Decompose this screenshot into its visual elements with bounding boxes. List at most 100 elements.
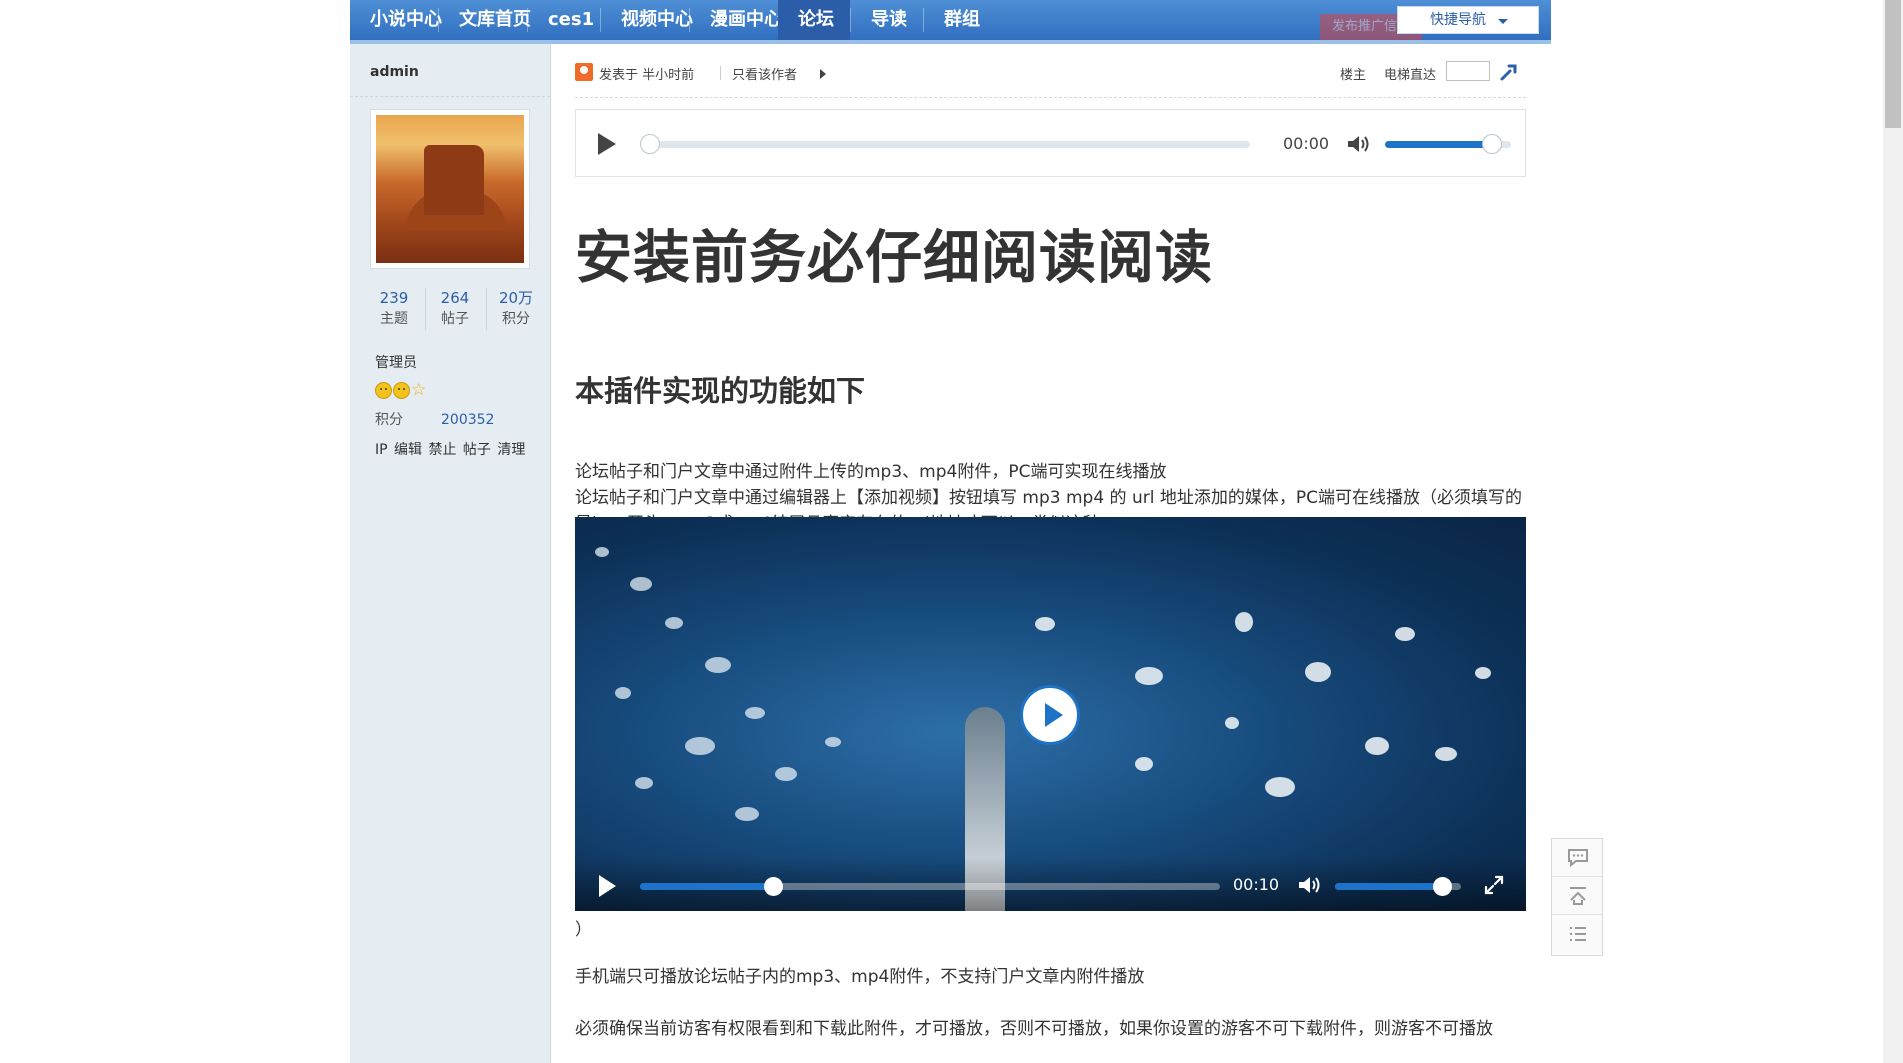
scrollbar-thumb[interactable] (1885, 0, 1901, 128)
video-volume-slider[interactable] (1335, 877, 1461, 896)
splash-spot (775, 767, 797, 781)
bird-shape (1395, 627, 1415, 641)
video-play-overlay-button[interactable] (1020, 685, 1080, 745)
meta-divider (720, 66, 721, 80)
quick-nav-label: 快捷导航 (1430, 12, 1486, 28)
audio-player: 00:00 (575, 109, 1526, 177)
admin-actions[interactable]: IP 编辑 禁止 帖子 清理 (375, 439, 525, 459)
nav-item-novel[interactable]: 小说中心 (350, 0, 442, 40)
credits-label: 积分 (375, 412, 403, 428)
sidebar-divider (350, 96, 550, 97)
online-status-icon (575, 63, 593, 81)
rank-stars: ☆ (375, 380, 426, 402)
triangle-right-icon (820, 69, 826, 79)
bird-shape (1475, 667, 1491, 679)
bird-shape (1305, 662, 1331, 682)
back-to-top-tool[interactable] (1552, 877, 1602, 915)
audio-progress-handle[interactable] (640, 134, 660, 154)
quick-nav-button[interactable]: 快捷导航 (1397, 6, 1539, 34)
floor-label: 楼主 (1340, 68, 1367, 83)
list-icon (1570, 927, 1586, 941)
splash-spot (665, 617, 683, 629)
stat-credits[interactable]: 20万 积分 (487, 288, 545, 330)
stat-posts[interactable]: 264 帖子 (426, 288, 484, 330)
volume-icon[interactable] (1346, 133, 1372, 155)
nav-item-group[interactable]: 群组 (924, 0, 996, 40)
thread-list-tool[interactable] (1552, 915, 1602, 953)
credits-value: 200352 (441, 412, 495, 428)
floating-toolbar (1551, 838, 1603, 956)
bird-shape (1235, 612, 1253, 632)
splash-spot (630, 577, 652, 591)
smiley-rank-icon (375, 382, 392, 399)
author-role[interactable]: 管理员 (375, 352, 417, 372)
author-sidebar: admin 239 主题 264 帖子 20万 积分 管理员 ☆ 积分 2003… (350, 44, 551, 1063)
elevator-label: 电梯直达 (1384, 68, 1437, 83)
star-rank-icon: ☆ (411, 380, 427, 400)
splash-spot (825, 737, 841, 747)
forum-page: 小说中心 文库首页 ces1 视频中心 漫画中心 论坛 导读 群组 发布推广信息… (350, 0, 1551, 1063)
reply-tool[interactable] (1552, 839, 1602, 877)
stat-value: 264 (440, 289, 470, 307)
video-controls: 00:10 (575, 857, 1526, 911)
elevator-go-icon[interactable] (1499, 62, 1519, 82)
nav-item-ces1[interactable]: ces1 (528, 0, 600, 40)
author-avatar[interactable] (370, 109, 530, 269)
video-progress-bar[interactable] (640, 877, 1220, 896)
smiley-rank-icon (393, 382, 410, 399)
video-volume-handle[interactable] (1433, 877, 1453, 896)
paragraph-attachments: 论坛帖子和门户文章中通过附件上传的mp3、mp4附件，PC端可实现在线播放 (575, 462, 1167, 482)
bird-shape (1135, 757, 1153, 771)
post-meta-bar: 发表于 半小时前 只看该作者 楼主 电梯直达 (575, 61, 1526, 84)
video-progress-handle[interactable] (764, 877, 784, 896)
splash-spot (705, 657, 731, 673)
nav-item-library[interactable]: 文库首页 (439, 0, 531, 40)
splash-spot (595, 547, 609, 557)
splash-spot (735, 807, 759, 821)
video-progress-fill (640, 883, 774, 890)
audio-time: 00:00 (1283, 134, 1330, 153)
elevator-input[interactable] (1446, 61, 1490, 81)
top-nav: 小说中心 文库首页 ces1 视频中心 漫画中心 论坛 导读 群组 发布推广信息… (350, 0, 1551, 44)
meta-divider-line (575, 97, 1526, 98)
video-volume-fill (1335, 883, 1443, 890)
bird-shape (1035, 617, 1055, 631)
back-to-top-icon (1570, 887, 1586, 905)
nav-item-comic[interactable]: 漫画中心 (690, 0, 782, 40)
nav-item-forum[interactable]: 论坛 (778, 0, 850, 40)
author-username[interactable]: admin (370, 64, 419, 80)
stat-label: 积分 (502, 311, 530, 327)
nav-item-guide[interactable]: 导读 (851, 0, 923, 40)
video-player[interactable]: 00:10 (575, 517, 1526, 911)
post-title: 安装前务必仔细阅读阅读 (575, 225, 1213, 291)
bird-shape (1135, 667, 1163, 685)
avatar-image (376, 115, 524, 263)
nav-item-video[interactable]: 视频中心 (601, 0, 693, 40)
post-time: 发表于 半小时前 (599, 68, 695, 83)
stat-label: 帖子 (441, 311, 469, 327)
fullscreen-icon[interactable] (1483, 874, 1505, 896)
play-icon[interactable] (598, 133, 616, 155)
video-time: 00:10 (1233, 875, 1280, 894)
volume-icon[interactable] (1297, 874, 1323, 896)
author-only-link[interactable]: 只看该作者 (732, 64, 797, 83)
audio-progress-bar[interactable] (640, 141, 1250, 148)
comment-icon (1568, 849, 1588, 868)
audio-volume-slider[interactable] (1385, 134, 1511, 154)
author-credits: 积分 200352 (375, 409, 494, 429)
paragraph-mobile: 手机端只可播放论坛帖子内的mp3、mp4附件，不支持门户文章内附件播放 (575, 967, 1145, 987)
splash-spot (685, 737, 715, 755)
bird-shape (1435, 747, 1457, 761)
paragraph-permissions: 必须确保当前访客有权限看到和下载此附件，才可播放，否则不可播放，如果你设置的游客… (575, 1019, 1493, 1039)
audio-volume-fill (1385, 141, 1493, 148)
page-scrollbar[interactable] (1883, 0, 1903, 1063)
stat-threads[interactable]: 239 主题 (365, 288, 423, 330)
bird-shape (1365, 737, 1389, 755)
stat-value: 20万 (498, 289, 534, 307)
section-heading: 本插件实现的功能如下 (575, 374, 866, 408)
audio-volume-handle[interactable] (1482, 134, 1503, 154)
play-icon[interactable] (599, 875, 616, 897)
splash-spot (615, 687, 631, 699)
splash-spot (635, 777, 653, 789)
stat-value: 239 (379, 289, 409, 307)
